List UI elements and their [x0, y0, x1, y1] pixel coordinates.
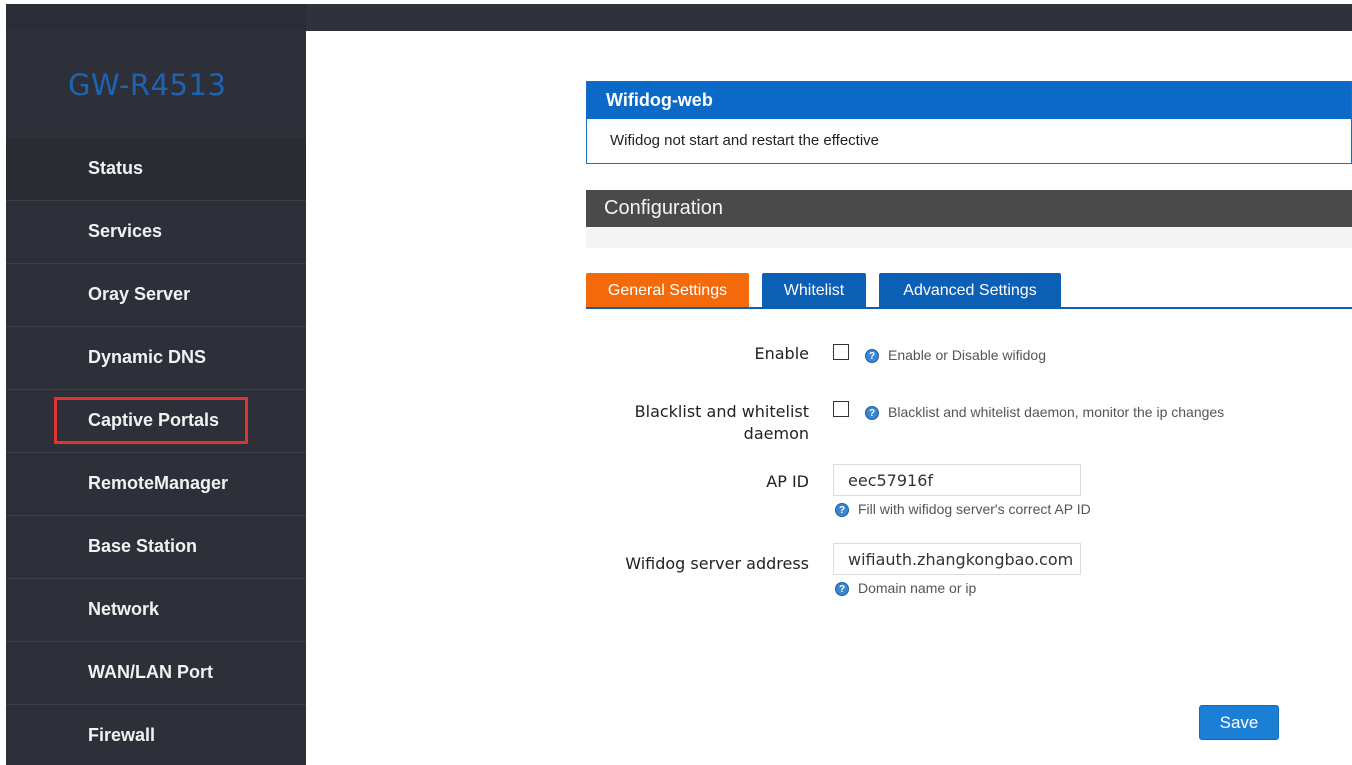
- sidebar-item-status[interactable]: Status: [6, 138, 306, 201]
- configuration-header: Configuration: [586, 190, 1352, 227]
- panel-title: Wifidog-web: [587, 82, 1351, 119]
- tab-general-settings[interactable]: General Settings: [586, 273, 749, 307]
- sidebar-item-label: Status: [88, 158, 144, 178]
- tab-whitelist[interactable]: Whitelist: [762, 273, 866, 307]
- sidebar-item-captive-portals[interactable]: Captive Portals: [6, 390, 306, 453]
- daemon-help: Blacklist and whitelist daemon, monitor …: [888, 404, 1225, 420]
- server-address-help: Domain name or ip: [858, 580, 977, 596]
- panel-message: Wifidog not start and restart the effect…: [610, 132, 880, 149]
- sidebar-item-oray-server[interactable]: Oray Server: [6, 264, 306, 327]
- ap-id-label: AP ID: [766, 472, 809, 491]
- daemon-label-line1: Blacklist and whitelist: [634, 402, 809, 421]
- sidebar-item-dynamic-dns[interactable]: Dynamic DNS: [6, 327, 306, 390]
- sidebar-item-label: Oray Server: [88, 284, 191, 304]
- tab-advanced-settings[interactable]: Advanced Settings: [879, 273, 1061, 307]
- sidebar-item-label: Services: [88, 221, 163, 241]
- top-bar: [306, 4, 1352, 31]
- server-address-input[interactable]: wifiauth.zhangkongbao.com: [833, 543, 1081, 575]
- brand-logo[interactable]: GW-R4513: [68, 68, 226, 102]
- wifidog-notice-panel: Wifidog-web Wifidog not start and restar…: [586, 81, 1352, 164]
- sidebar-item-label: Network: [88, 599, 160, 619]
- daemon-checkbox[interactable]: [833, 401, 849, 417]
- sidebar-top-strip: [6, 4, 306, 30]
- sidebar-item-label: Firewall: [88, 725, 156, 745]
- help-icon: ?: [835, 503, 849, 517]
- enable-help: Enable or Disable wifidog: [888, 347, 1046, 363]
- sidebar-item-label: Dynamic DNS: [88, 347, 207, 367]
- enable-checkbox[interactable]: [833, 344, 849, 360]
- ap-id-help: Fill with wifidog server's correct AP ID: [858, 501, 1091, 517]
- enable-label: Enable: [754, 344, 810, 363]
- help-icon: ?: [865, 349, 879, 363]
- sidebar: GW-R4513 Status Services Oray Server Dyn…: [6, 4, 306, 765]
- save-button[interactable]: Save: [1199, 705, 1279, 740]
- ap-id-input[interactable]: eec57916f: [833, 464, 1081, 496]
- sidebar-item-firewall[interactable]: Firewall: [6, 705, 306, 765]
- configuration-strip: [586, 227, 1352, 248]
- help-icon: ?: [865, 406, 879, 420]
- help-icon: ?: [835, 582, 849, 596]
- tab-bar: General Settings Whitelist Advanced Sett…: [586, 273, 1352, 309]
- sidebar-item-label: Base Station: [88, 536, 198, 556]
- sidebar-item-remotemanager[interactable]: RemoteManager: [6, 453, 306, 516]
- sidebar-item-network[interactable]: Network: [6, 579, 306, 642]
- sidebar-item-label: RemoteManager: [88, 473, 229, 493]
- server-address-label: Wifidog server address: [625, 554, 809, 573]
- sidebar-item-services[interactable]: Services: [6, 201, 306, 264]
- sidebar-item-label: WAN/LAN Port: [88, 662, 213, 682]
- sidebar-item-base-station[interactable]: Base Station: [6, 516, 306, 579]
- sidebar-nav: Status Services Oray Server Dynamic DNS …: [6, 138, 306, 765]
- sidebar-item-wan-lan-port[interactable]: WAN/LAN Port: [6, 642, 306, 705]
- daemon-label-line2: daemon: [743, 424, 809, 443]
- sidebar-item-label: Captive Portals: [88, 410, 220, 430]
